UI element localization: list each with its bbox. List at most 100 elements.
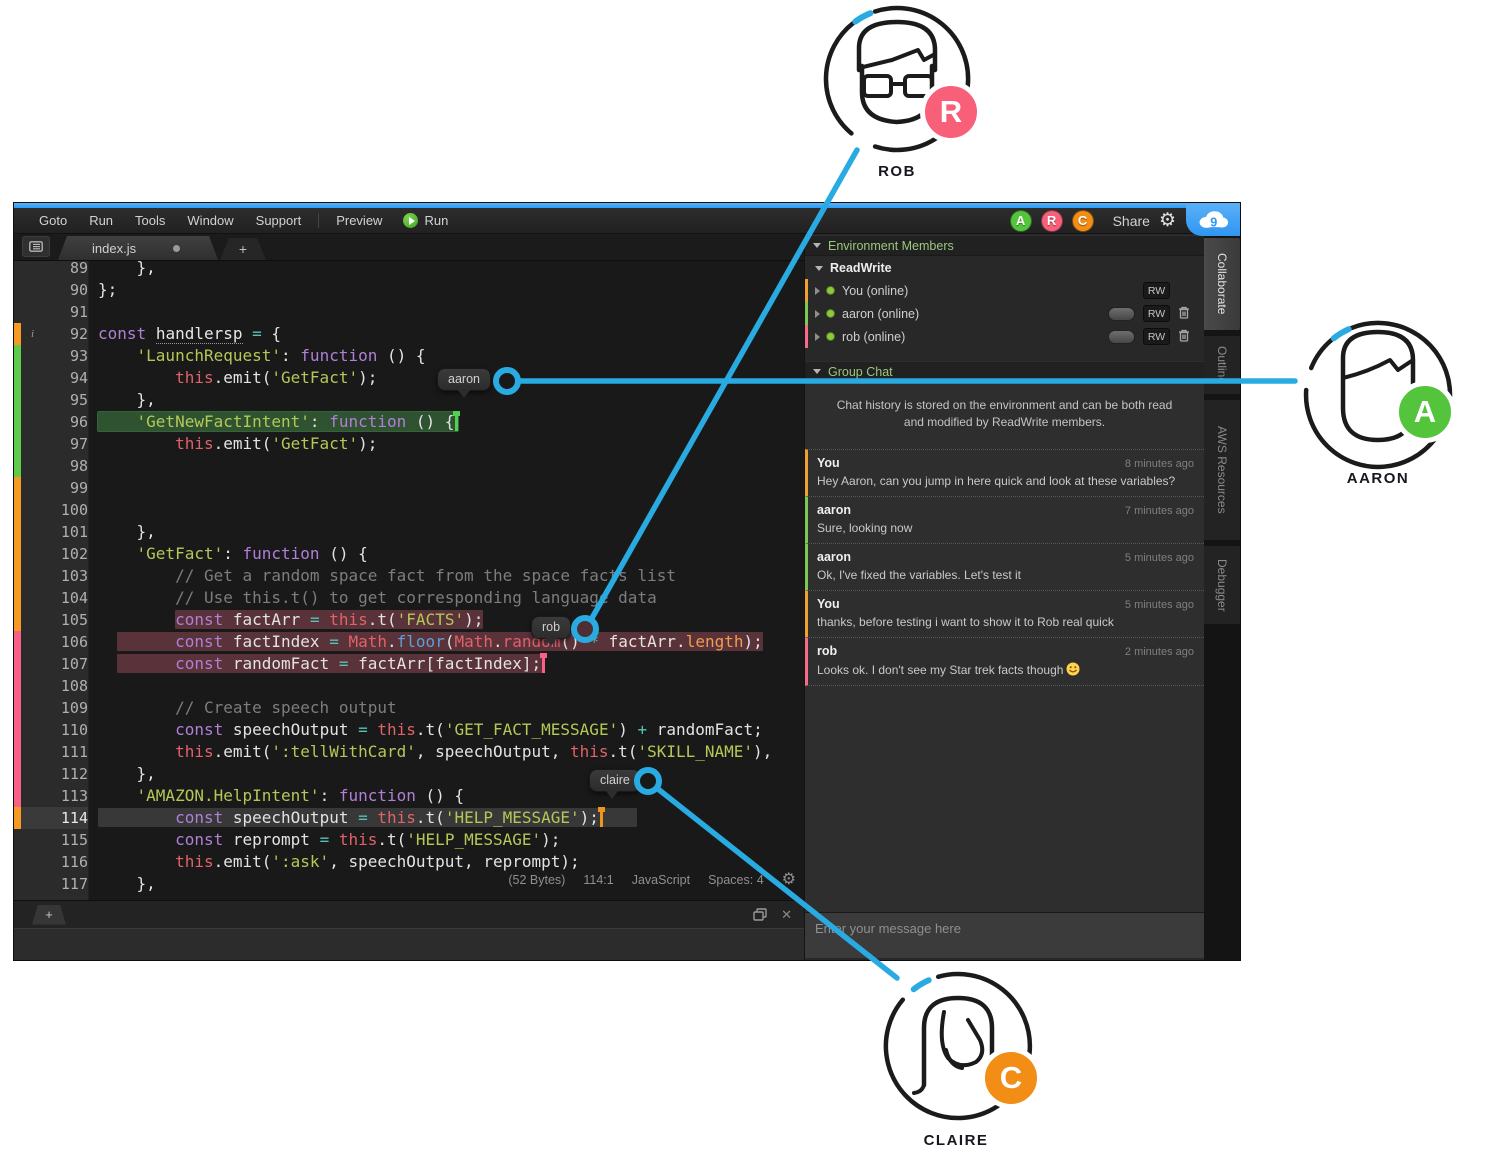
svg-text:9: 9 <box>1210 215 1217 229</box>
menu-run[interactable]: Run <box>78 213 124 228</box>
chat-message-header: aaron7 minutes ago <box>817 503 1194 517</box>
new-tab-button[interactable]: + <box>220 238 266 260</box>
readwrite-group-header[interactable]: ReadWrite <box>805 258 1204 278</box>
code-line-102: 102 'GetFact': function () { <box>14 543 804 565</box>
menu-window[interactable]: Window <box>176 213 244 228</box>
access-toggle[interactable] <box>1108 330 1135 344</box>
console-panel[interactable] <box>14 928 804 960</box>
tab-index-js[interactable]: index.js <box>58 236 218 260</box>
trash-icon[interactable] <box>1178 306 1192 322</box>
aaron-label: AARON <box>1308 470 1448 487</box>
gutter-marker <box>14 873 21 895</box>
code-line-110: 110 const speechOutput = this.t('GET_FAC… <box>14 719 804 741</box>
chat-timestamp: 7 minutes ago <box>1125 505 1194 517</box>
smiley-emoji <box>1066 662 1080 676</box>
cursor-position[interactable]: 114:1 <box>583 873 613 887</box>
gutter-marker <box>14 261 21 279</box>
pink-remote-cursor <box>542 654 545 673</box>
share-button[interactable]: Share <box>1113 213 1150 229</box>
line-number: 105 <box>21 609 88 631</box>
menu-goto[interactable]: Goto <box>28 213 78 228</box>
member-color-strip <box>805 325 808 348</box>
environment-members-header[interactable]: Environment Members <box>805 235 1204 256</box>
chat-timestamp: 5 minutes ago <box>1125 599 1194 611</box>
access-toggle[interactable] <box>1108 307 1135 321</box>
play-icon <box>403 213 418 228</box>
rob-cursor-flag: rob <box>531 616 571 639</box>
cloud9-logo: 9 <box>1186 203 1240 236</box>
code-text: 'GetFact': function () { <box>88 543 804 565</box>
editor-status-bar: (52 Bytes) 114:1 JavaScript Spaces: 4 ⚙ <box>508 872 796 888</box>
collaborate-panel: Environment Members ReadWrite You (onlin… <box>804 234 1204 960</box>
settings-gear-icon[interactable]: ⚙ <box>1159 211 1176 230</box>
topbar-avatar-a[interactable]: A <box>1010 210 1032 232</box>
vtab-debugger[interactable]: Debugger <box>1204 546 1240 624</box>
expander-icon[interactable] <box>815 287 820 295</box>
code-line-108: 108 <box>14 675 804 697</box>
line-number: 117 <box>21 873 88 895</box>
cloud-icon: 9 <box>1194 208 1232 232</box>
line-number: 91 <box>21 301 88 323</box>
vtab-aws-resources[interactable]: AWS Resources <box>1204 400 1240 540</box>
stack-windows-icon[interactable] <box>753 908 767 921</box>
menu-support[interactable]: Support <box>245 213 313 228</box>
console-close-icon[interactable]: ✕ <box>781 907 792 923</box>
code-line-96: 96 'GetNewFactIntent': function () { <box>14 411 804 433</box>
selection-highlight-green: 'GetNewFactIntent': function () { <box>98 412 458 431</box>
rob-badge: R <box>920 81 982 143</box>
editor-prefs-gear-icon[interactable]: ⚙ <box>782 872 796 888</box>
run-button[interactable]: Run <box>393 213 458 228</box>
line-number: 99 <box>21 477 88 499</box>
chat-input[interactable] <box>805 912 1204 958</box>
chat-message: aaron5 minutes agoOk, I've fixed the var… <box>805 543 1204 590</box>
member-name: aaron (online) <box>842 307 1108 321</box>
gutter-marker <box>14 323 21 345</box>
code-line-104: 104 // Use this.t() to get corresponding… <box>14 587 804 609</box>
code-line-97: 97 this.emit('GetFact'); <box>14 433 804 455</box>
code-text: const factArr = this.t('FACTS'); <box>88 609 804 631</box>
menu-tools[interactable]: Tools <box>124 213 176 228</box>
code-line-109: 109 // Create speech output <box>14 697 804 719</box>
chat-text: Looks ok. I don't see my Star trek facts… <box>817 662 1194 677</box>
vtab-outline[interactable]: Outline <box>1204 336 1240 394</box>
menu-preview[interactable]: Preview <box>325 213 393 228</box>
member-row-you: You (online)RW <box>805 279 1204 302</box>
code-text: const factIndex = Math.floor(Math.random… <box>88 631 804 653</box>
chat-message-header: You5 minutes ago <box>817 597 1194 611</box>
topbar-avatar-c[interactable]: C <box>1072 210 1094 232</box>
code-editor[interactable]: 89 },90};9192iconst handlersp = {93 'Lau… <box>14 261 804 900</box>
indent-setting[interactable]: Spaces: 4 <box>708 873 764 887</box>
console-new-tab-button[interactable]: + <box>32 905 66 925</box>
rw-badge[interactable]: RW <box>1143 328 1170 345</box>
line-number: 92i <box>21 323 88 345</box>
trash-icon[interactable] <box>1178 329 1192 345</box>
code-line-111: 111 this.emit(':tellWithCard', speechOut… <box>14 741 804 763</box>
topbar-avatar-r[interactable]: R <box>1041 210 1063 232</box>
line-number: 90 <box>21 279 88 301</box>
language-mode[interactable]: JavaScript <box>632 873 690 887</box>
expander-icon[interactable] <box>815 333 820 341</box>
gutter-marker <box>14 763 21 785</box>
rw-badge[interactable]: RW <box>1143 282 1170 299</box>
chat-message-header: You8 minutes ago <box>817 456 1194 470</box>
group-chat-header[interactable]: Group Chat <box>805 361 1204 382</box>
screenshot-canvas: GotoRunToolsWindowSupport Preview Run AR… <box>0 0 1500 1156</box>
code-text: 'AMAZON.HelpIntent': function () { <box>88 785 804 807</box>
gutter-marker <box>14 433 21 455</box>
vtab-collaborate[interactable]: Collaborate <box>1204 238 1240 330</box>
expander-icon[interactable] <box>815 310 820 318</box>
code-line-91: 91 <box>14 301 804 323</box>
member-color-strip <box>805 279 808 302</box>
gutter-marker <box>14 345 21 367</box>
line-number: 111 <box>21 741 88 763</box>
code-text: const reprompt = this.t('HELP_MESSAGE'); <box>88 829 804 851</box>
chat-info-text: Chat history is stored on the environmen… <box>835 397 1175 431</box>
selection-highlight-maroon: const randomFact = factArr[factIndex]; <box>117 654 545 673</box>
code-line-106: 106 const factIndex = Math.floor(Math.ra… <box>14 631 804 653</box>
code-text: // Create speech output <box>88 697 804 719</box>
code-text: }; <box>88 279 804 301</box>
rw-badge[interactable]: RW <box>1143 305 1170 322</box>
collapse-triangle-icon <box>813 369 821 374</box>
tab-list-button[interactable] <box>22 236 50 257</box>
line-number: 96 <box>21 411 88 433</box>
